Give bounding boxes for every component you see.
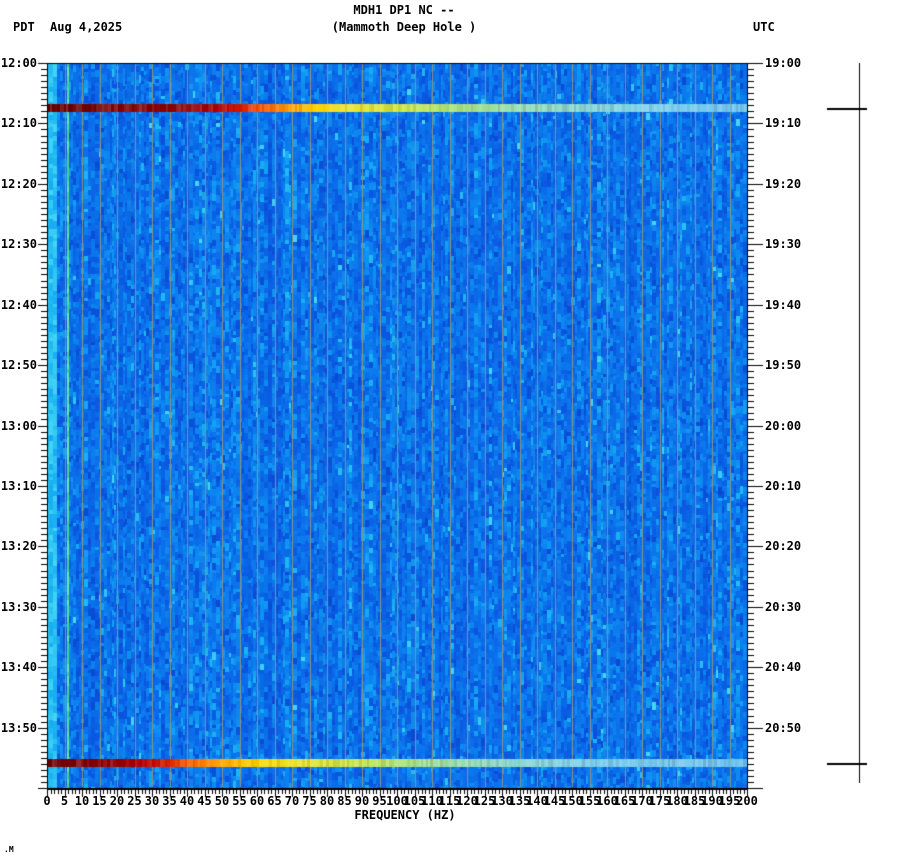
left-time-label: 13:30 bbox=[0, 599, 37, 614]
right-time-label: 19:40 bbox=[765, 297, 802, 312]
left-time-label: 12:20 bbox=[0, 176, 37, 191]
right-time-label: 20:10 bbox=[765, 478, 802, 493]
left-time-label: 12:40 bbox=[0, 297, 37, 312]
right-time-label: 20:20 bbox=[765, 539, 802, 554]
timezone-right-label: UTC bbox=[753, 20, 775, 34]
spectrogram-page: PDT Aug 4,2025 MDH1 DP1 NC -- (Mammoth D… bbox=[0, 0, 902, 864]
left-time-label: 12:10 bbox=[0, 116, 37, 131]
left-time-label: 13:50 bbox=[0, 720, 37, 735]
x-axis-title: FREQUENCY (HZ) bbox=[354, 808, 456, 822]
corner-glyph: .M bbox=[4, 845, 14, 854]
right-time-label: 19:10 bbox=[765, 116, 802, 131]
page-subtitle: (Mammoth Deep Hole ) bbox=[331, 20, 477, 34]
left-time-label: 13:00 bbox=[0, 418, 37, 433]
page-title: MDH1 DP1 NC -- bbox=[353, 3, 455, 17]
right-time-label: 20:40 bbox=[765, 660, 802, 675]
left-time-label: 13:20 bbox=[0, 539, 37, 554]
left-time-label: 12:00 bbox=[0, 56, 37, 70]
right-time-label: 20:30 bbox=[765, 599, 802, 614]
timezone-left-label: PDT bbox=[13, 20, 35, 34]
right-time-label: 20:50 bbox=[765, 720, 802, 735]
right-time-label: 20:00 bbox=[765, 418, 802, 433]
left-time-label: 13:10 bbox=[0, 478, 37, 493]
frequency-tick-label: 200 bbox=[736, 794, 758, 808]
left-time-label: 13:40 bbox=[0, 660, 37, 675]
left-time-label: 12:50 bbox=[0, 358, 37, 373]
right-time-label: 19:30 bbox=[765, 237, 802, 252]
right-time-label: 19:20 bbox=[765, 176, 802, 191]
right-time-label: 19:50 bbox=[765, 358, 802, 373]
right-time-label: 19:00 bbox=[765, 56, 802, 70]
left-time-label: 12:30 bbox=[0, 237, 37, 252]
